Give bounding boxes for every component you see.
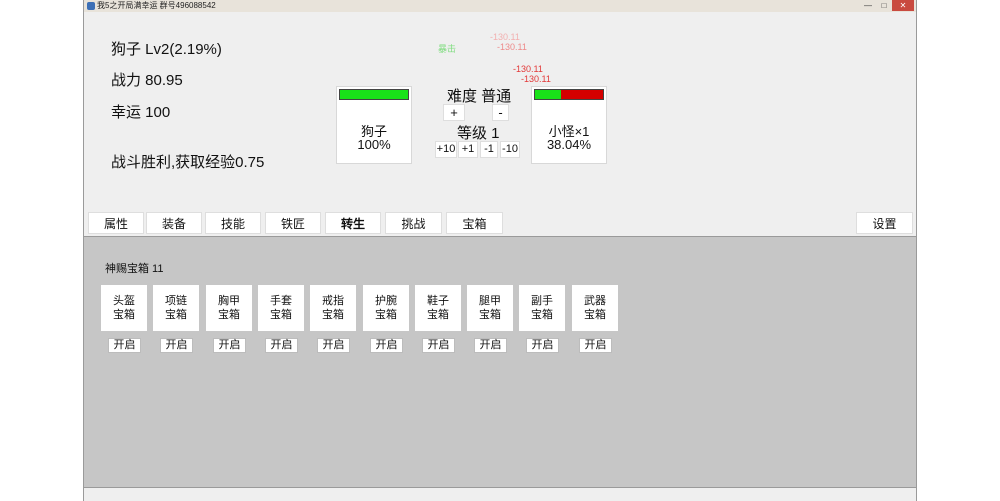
chest-type: 宝箱 (218, 309, 240, 321)
chest-type: 宝箱 (479, 309, 501, 321)
game-window: 我5之开局满幸运 群号496088542 — □ ✕ 狗子 Lv2(2.19%)… (83, 0, 917, 501)
open-weapon-chest-button[interactable]: 开启 (579, 338, 612, 353)
tab-chest[interactable]: 宝箱 (446, 212, 503, 234)
chest-type: 宝箱 (427, 309, 449, 321)
difficulty-label: 难度 普通 (447, 88, 512, 105)
title-bar[interactable]: 我5之开局满幸运 群号496088542 — □ ✕ (84, 0, 916, 12)
player-card: 狗子 100% (336, 86, 412, 164)
chest-name: 武器 (584, 295, 606, 307)
chest-chestplate[interactable]: 胸甲 宝箱 (206, 285, 252, 331)
chest-type: 宝箱 (584, 309, 606, 321)
level-plus10-button[interactable]: +10 (435, 141, 457, 158)
tab-rebirth[interactable]: 转生 (325, 212, 381, 234)
chest-gloves[interactable]: 手套 宝箱 (258, 285, 304, 331)
damage-number: -130.11 (513, 64, 543, 74)
tab-skills[interactable]: 技能 (205, 212, 261, 234)
difficulty-increase-button[interactable]: + (443, 104, 465, 121)
chest-helmet[interactable]: 头盔 宝箱 (101, 285, 147, 331)
enemy-card: 小怪×1 38.04% (531, 86, 607, 164)
player-luck: 幸运 100 (111, 104, 171, 121)
open-boots-chest-button[interactable]: 开启 (422, 338, 455, 353)
chest-name: 副手 (531, 295, 553, 307)
player-hp-fill (340, 90, 408, 99)
chest-panel: 神赐宝箱 11 头盔宝箱 项链宝箱 胸甲宝箱 手套宝箱 戒指宝箱 护腕宝箱 鞋子… (84, 236, 916, 488)
chest-type: 宝箱 (375, 309, 397, 321)
chest-bracer[interactable]: 护腕 宝箱 (363, 285, 409, 331)
level-minus10-button[interactable]: -10 (500, 141, 520, 158)
chest-name: 项链 (165, 295, 187, 307)
minimize-button[interactable]: — (860, 0, 876, 11)
difficulty-decrease-button[interactable]: - (492, 104, 509, 121)
player-card-percent: 100% (357, 137, 391, 152)
window-title: 我5之开局满幸运 群号496088542 (97, 1, 216, 10)
chest-type: 宝箱 (531, 309, 553, 321)
open-ring-chest-button[interactable]: 开启 (317, 338, 350, 353)
chest-name: 手套 (270, 295, 292, 307)
player-name-level: 狗子 Lv2(2.19%) (111, 41, 222, 58)
open-leggings-chest-button[interactable]: 开启 (474, 338, 507, 353)
maximize-button[interactable]: □ (876, 0, 892, 11)
open-bracer-chest-button[interactable]: 开启 (370, 338, 403, 353)
enemy-card-percent: 38.04% (546, 137, 592, 152)
open-helmet-chest-button[interactable]: 开启 (108, 338, 141, 353)
damage-number: -130.11 (521, 74, 551, 84)
chest-name: 腿甲 (479, 295, 501, 307)
damage-number: -130.11 (490, 32, 520, 42)
chest-type: 宝箱 (322, 309, 344, 321)
chest-weapon[interactable]: 武器 宝箱 (572, 285, 618, 331)
enemy-hp-bar (534, 89, 604, 100)
desktop-right-margin (917, 0, 1000, 501)
player-hp-bar (339, 89, 409, 100)
tab-challenge[interactable]: 挑战 (385, 212, 442, 234)
open-gloves-chest-button[interactable]: 开启 (265, 338, 298, 353)
chest-type: 宝箱 (270, 309, 292, 321)
tab-equipment[interactable]: 装备 (146, 212, 202, 234)
tab-blacksmith[interactable]: 铁匠 (265, 212, 321, 234)
chest-leggings[interactable]: 腿甲 宝箱 (467, 285, 513, 331)
chest-boots[interactable]: 鞋子 宝箱 (415, 285, 461, 331)
chest-offhand[interactable]: 副手 宝箱 (519, 285, 565, 331)
chest-necklace[interactable]: 项链 宝箱 (153, 285, 199, 331)
level-plus1-button[interactable]: +1 (458, 141, 478, 158)
battle-result: 战斗胜利,获取经验0.75 (111, 154, 265, 171)
close-button[interactable]: ✕ (892, 0, 914, 11)
chest-panel-title: 神赐宝箱 11 (105, 263, 164, 275)
chest-ring[interactable]: 戒指 宝箱 (310, 285, 356, 331)
chest-name: 头盔 (113, 295, 135, 307)
player-power: 战力 80.95 (111, 72, 183, 89)
chest-name: 胸甲 (218, 295, 240, 307)
open-necklace-chest-button[interactable]: 开启 (160, 338, 193, 353)
chest-name: 鞋子 (427, 295, 449, 307)
enemy-hp-fill (535, 90, 561, 99)
chest-name: 戒指 (322, 295, 344, 307)
crit-text: 暴击 (438, 44, 457, 54)
level-label: 等级 1 (457, 125, 500, 142)
damage-number: -130.11 (497, 42, 527, 52)
open-offhand-chest-button[interactable]: 开启 (526, 338, 559, 353)
tab-attributes[interactable]: 属性 (88, 212, 144, 234)
level-minus1-button[interactable]: -1 (480, 141, 498, 158)
chest-name: 护腕 (375, 295, 397, 307)
desktop-left-margin (0, 0, 83, 501)
settings-button[interactable]: 设置 (856, 212, 913, 234)
chest-type: 宝箱 (113, 309, 135, 321)
open-chestplate-chest-button[interactable]: 开启 (213, 338, 246, 353)
chest-type: 宝箱 (165, 309, 187, 321)
app-icon (87, 2, 95, 10)
